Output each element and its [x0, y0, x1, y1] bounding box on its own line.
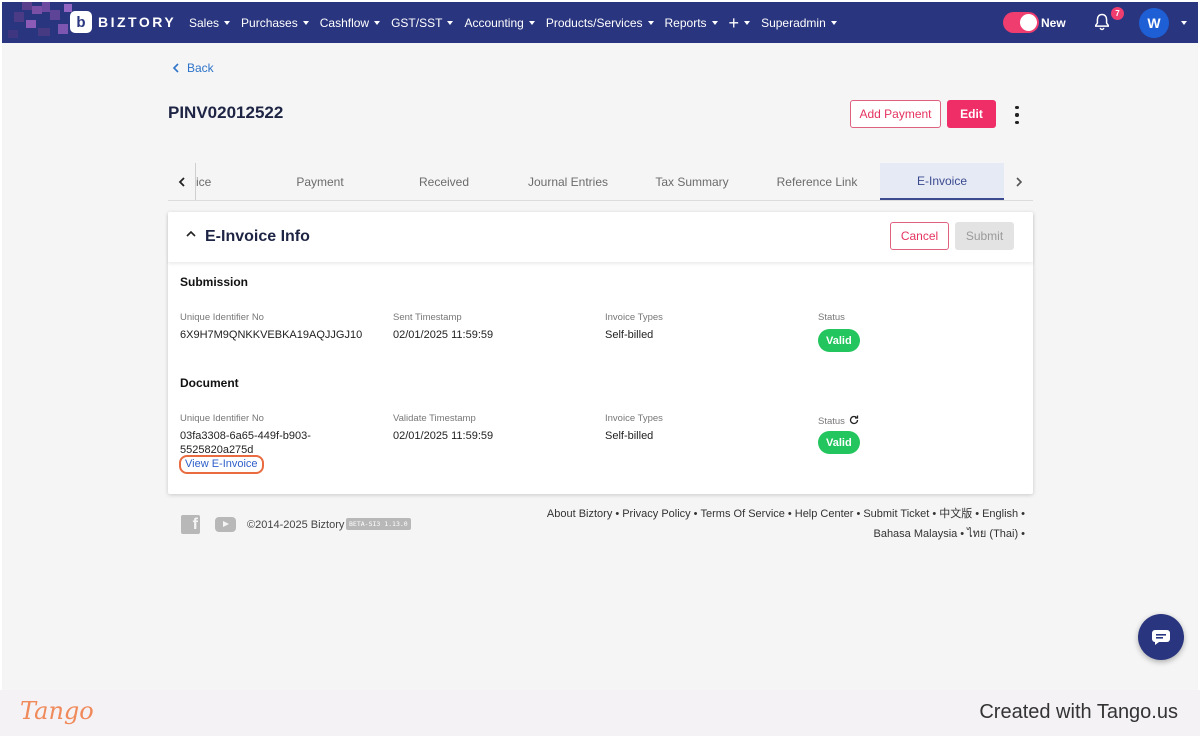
footer-link-chinese[interactable]: 中文版: [939, 508, 972, 520]
submission-timestamp: 02/01/2025 11:59:59: [393, 329, 494, 341]
youtube-icon[interactable]: [215, 517, 236, 532]
chevron-up-icon[interactable]: [185, 230, 197, 238]
menu-cashflow[interactable]: Cashflow: [320, 16, 381, 30]
brand-name: BIZTORY: [98, 14, 177, 30]
tab-reference-link[interactable]: Reference Link: [755, 163, 879, 200]
tab-tax-summary[interactable]: Tax Summary: [630, 163, 754, 200]
toggle-label: New: [1041, 16, 1066, 30]
chevron-down-icon: [528, 20, 535, 25]
refresh-icon[interactable]: [848, 414, 860, 426]
brand-logo[interactable]: b BIZTORY: [70, 11, 176, 33]
tab-journal-entries[interactable]: Journal Entries: [506, 163, 630, 200]
e-invoice-card: E-Invoice Info Cancel Submit Submission …: [168, 212, 1033, 494]
tab-payment[interactable]: Payment: [258, 163, 382, 200]
top-navbar: b BIZTORY Sales Purchases Cashflow GST/S…: [2, 2, 1198, 43]
footer-link-terms[interactable]: Terms Of Service: [701, 508, 785, 520]
back-link[interactable]: Back: [172, 61, 214, 75]
submit-button[interactable]: Submit: [955, 222, 1014, 250]
page-title: PINV02012522: [168, 103, 284, 122]
field-label: Invoice Types: [605, 413, 663, 424]
invoice-tabs: ice Payment Received Journal Entries Tax…: [168, 163, 1033, 201]
cancel-button[interactable]: Cancel: [890, 222, 949, 250]
status-badge: Valid: [818, 329, 860, 352]
footer-link-help[interactable]: Help Center: [795, 508, 854, 520]
field-label: Sent Timestamp: [393, 312, 462, 323]
chevron-down-icon[interactable]: [1181, 21, 1187, 25]
menu-products-services[interactable]: Products/Services: [546, 16, 654, 30]
brand-mark-icon: b: [70, 11, 92, 33]
chevron-down-icon: [744, 20, 751, 25]
field-label: Invoice Types: [605, 312, 663, 323]
menu-gst-sst[interactable]: GST/SST: [391, 16, 454, 30]
status-badge: Valid: [818, 431, 860, 454]
field-label: Status: [818, 312, 845, 323]
submission-uid: 6X9H7M9QNKKVEBKA19AQJJGJ10: [180, 329, 363, 341]
main-menu: Sales Purchases Cashflow GST/SST Account…: [189, 2, 848, 43]
tab-invoice[interactable]: ice: [196, 163, 254, 200]
menu-accounting[interactable]: Accounting: [464, 16, 535, 30]
document-invoice-type: Self-billed: [605, 430, 654, 442]
submission-invoice-type: Self-billed: [605, 329, 654, 341]
document-timestamp: 02/01/2025 11:59:59: [393, 430, 494, 442]
notification-badge: 7: [1111, 7, 1124, 20]
footer-link-malay[interactable]: Bahasa Malaysia: [873, 528, 957, 540]
menu-quick-add[interactable]: +: [728, 12, 751, 33]
field-label: Validate Timestamp: [393, 413, 476, 424]
tabs-scroll-left-icon[interactable]: [168, 163, 196, 200]
tango-credit: Created with Tango.us: [979, 701, 1178, 723]
chevron-down-icon: [302, 20, 309, 25]
chevron-down-icon: [447, 20, 454, 25]
chevron-left-icon: [172, 63, 179, 73]
tab-received[interactable]: Received: [382, 163, 506, 200]
facebook-icon[interactable]: f: [181, 515, 200, 534]
more-options-icon[interactable]: [1007, 106, 1027, 124]
tab-e-invoice[interactable]: E-Invoice: [880, 163, 1004, 200]
tango-logo: Tango: [20, 697, 94, 725]
chevron-down-icon: [711, 20, 718, 25]
version-badge: BETA-SI3 1.13.0: [346, 518, 411, 530]
user-avatar[interactable]: W: [1139, 8, 1169, 38]
bell-icon[interactable]: [1092, 12, 1112, 32]
footer-link-about[interactable]: About Biztory: [547, 508, 612, 520]
chevron-down-icon: [374, 20, 381, 25]
chevron-down-icon: [224, 20, 231, 25]
menu-reports[interactable]: Reports: [665, 16, 718, 30]
new-ui-toggle[interactable]: [1003, 12, 1039, 33]
view-e-invoice-link[interactable]: View E-Invoice: [179, 455, 264, 474]
document-uid-line1: 03fa3308-6a65-449f-b903-: [180, 430, 311, 442]
tabs-scroll-right-icon[interactable]: [1005, 163, 1033, 200]
footer-link-privacy[interactable]: Privacy Policy: [622, 508, 690, 520]
footer-links: About Biztory • Privacy Policy • Terms Of Se…: [546, 508, 1025, 540]
footer-link-ticket[interactable]: Submit Ticket: [863, 508, 929, 520]
menu-sales[interactable]: Sales: [189, 16, 231, 30]
footer-link-english[interactable]: English: [982, 508, 1018, 520]
chevron-down-icon: [647, 20, 654, 25]
chevron-down-icon: [830, 20, 837, 25]
menu-purchases[interactable]: Purchases: [241, 16, 309, 30]
submission-title: Submission: [180, 275, 249, 289]
footer-link-thai[interactable]: ไทย (Thai): [967, 528, 1018, 540]
edit-button[interactable]: Edit: [947, 100, 996, 128]
plus-icon: +: [728, 12, 740, 33]
document-title: Document: [180, 376, 239, 390]
field-label: Unique Identifier No: [180, 312, 264, 323]
chat-button[interactable]: [1138, 614, 1184, 660]
field-label: Status: [818, 416, 845, 427]
card-title: E-Invoice Info: [205, 228, 310, 245]
app-window: b BIZTORY Sales Purchases Cashflow GST/S…: [2, 2, 1198, 690]
chat-icon: [1152, 630, 1170, 645]
copyright-text: ©2014-2025 Biztory: [247, 519, 345, 531]
add-payment-button[interactable]: Add Payment: [850, 100, 941, 128]
field-label: Unique Identifier No: [180, 413, 264, 424]
menu-superadmin[interactable]: Superadmin: [761, 16, 837, 30]
card-header: E-Invoice Info Cancel Submit: [168, 212, 1033, 262]
